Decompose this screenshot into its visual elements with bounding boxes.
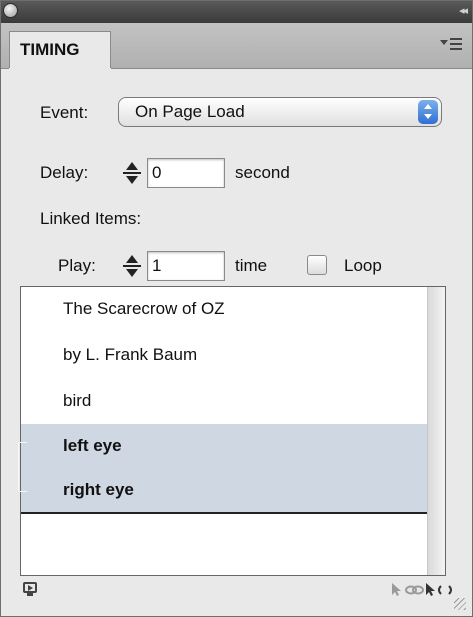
select-arrows-icon	[418, 100, 438, 124]
list-item[interactable]: bird	[21, 379, 427, 423]
list-item[interactable]: by L. Frank Baum	[21, 333, 427, 377]
unlink-items-icon[interactable]	[425, 581, 455, 600]
list-item[interactable]: left eye	[21, 424, 427, 468]
list-scrollbar[interactable]	[427, 287, 445, 575]
collapse-panel-icon[interactable]: ◂◂	[459, 4, 468, 17]
linked-items-list[interactable]: The Scarecrow of OZ by L. Frank Baum bir…	[20, 286, 446, 576]
linked-items-label: Linked Items:	[40, 209, 142, 228]
linked-group-bracket-icon	[18, 442, 27, 492]
link-items-icon[interactable]	[391, 581, 425, 600]
timing-panel: ◂◂ TIMING Event: On Page Load Delay: 0 s…	[0, 0, 473, 617]
loop-checkbox[interactable]	[307, 255, 327, 275]
tab-timing[interactable]: TIMING	[9, 31, 111, 69]
delay-unit: second	[235, 163, 290, 182]
close-icon[interactable]	[3, 3, 18, 18]
play-stepper-icon[interactable]	[119, 252, 145, 280]
panel-menu-icon[interactable]	[440, 35, 462, 53]
event-label: Event:	[40, 103, 89, 122]
event-select[interactable]: On Page Load	[118, 97, 442, 127]
tab-bar: TIMING	[1, 23, 472, 69]
loop-label: Loop	[344, 256, 382, 275]
delay-input[interactable]: 0	[147, 158, 225, 188]
delay-stepper-icon[interactable]	[119, 159, 145, 187]
list-item[interactable]: right eye	[21, 468, 427, 514]
resize-grip-icon[interactable]	[454, 598, 466, 610]
preview-icon[interactable]	[23, 582, 37, 593]
delay-label: Delay:	[40, 163, 89, 182]
play-unit: time	[235, 256, 268, 275]
panel-titlebar: ◂◂	[1, 1, 472, 23]
list-item[interactable]: The Scarecrow of OZ	[21, 287, 427, 331]
play-input[interactable]: 1	[147, 251, 225, 281]
preview-icon-base	[27, 593, 33, 596]
play-label: Play:	[58, 256, 96, 275]
event-select-value: On Page Load	[135, 102, 245, 121]
